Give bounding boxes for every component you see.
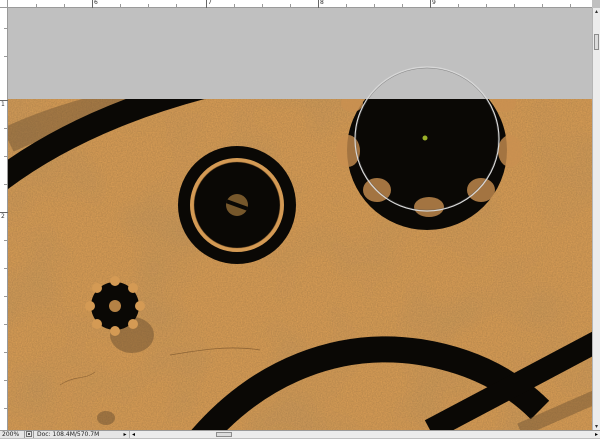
ruler-subtick: [346, 4, 347, 7]
ruler-subtick: [148, 4, 149, 7]
ruler-subtick: [458, 4, 459, 7]
ruler-label: 7: [208, 0, 212, 6]
status-bar: 200% Doc: 108.4M/570.7M ▸ ◂ ▸: [0, 430, 600, 438]
scroll-down-arrow-icon[interactable]: ▾: [593, 423, 600, 430]
ruler-subtick: [64, 4, 65, 7]
ruler-subtick: [4, 324, 7, 325]
vertical-scrollbar[interactable]: ▴ ▾: [592, 8, 600, 430]
scroll-right-arrow-icon[interactable]: ▸: [593, 431, 600, 438]
ruler-label: 6: [94, 0, 98, 6]
ruler-subtick: [4, 240, 7, 241]
zoom-level[interactable]: 200%: [0, 431, 25, 438]
ruler-tick: [92, 0, 93, 8]
ruler-subtick: [4, 352, 7, 353]
navigator-icon[interactable]: [25, 431, 34, 438]
horizontal-scroll-thumb[interactable]: [216, 432, 232, 437]
ruler-subtick: [4, 268, 7, 269]
small-gear-hub: [109, 300, 121, 312]
ruler-tick: [206, 0, 207, 8]
scroll-up-arrow-icon[interactable]: ▴: [593, 8, 600, 15]
ruler-subtick: [4, 408, 7, 409]
ruler-subtick: [262, 4, 263, 7]
ruler-subtick: [374, 4, 375, 7]
ruler-subtick: [36, 4, 37, 7]
ruler-subtick: [176, 4, 177, 7]
ruler-tick: [318, 0, 319, 8]
ruler-subtick: [4, 156, 7, 157]
ruler-subtick: [4, 296, 7, 297]
ruler-subtick: [570, 4, 571, 7]
ruler-subtick: [290, 4, 291, 7]
ruler-top[interactable]: 6 7 8 9: [8, 0, 592, 8]
ruler-subtick: [4, 380, 7, 381]
ruler-subtick: [4, 184, 7, 185]
ruler-subtick: [4, 56, 7, 57]
ruler-subtick: [402, 4, 403, 7]
horizontal-scrollbar[interactable]: ◂ ▸: [129, 431, 600, 438]
ruler-subtick: [120, 4, 121, 7]
vertical-scroll-thumb[interactable]: [594, 34, 599, 50]
ruler-subtick: [486, 4, 487, 7]
pasteboard: [8, 8, 592, 99]
ruler-subtick: [542, 4, 543, 7]
ruler-subtick: [4, 28, 7, 29]
ruler-tick: [430, 0, 431, 8]
ring-gear: [178, 146, 296, 264]
document-size-info: Doc: 108.4M/570.7M: [37, 431, 100, 438]
ruler-corner[interactable]: [0, 0, 8, 8]
ruler-subtick: [4, 128, 7, 129]
ruler-subtick: [514, 4, 515, 7]
paper-stain: [97, 411, 115, 425]
status-menu-arrow-icon[interactable]: ▸: [121, 431, 129, 438]
crosshair-dot-icon: [422, 135, 428, 141]
ruler-left[interactable]: 1 2: [0, 8, 8, 430]
ruler-label: 9: [432, 0, 436, 6]
document-canvas[interactable]: [8, 8, 592, 430]
ruler-label: 8: [320, 0, 324, 6]
ruler-subtick: [234, 4, 235, 7]
ruler-label: 1: [1, 101, 5, 108]
ruler-label: 2: [1, 213, 5, 220]
scroll-left-arrow-icon[interactable]: ◂: [130, 431, 137, 438]
